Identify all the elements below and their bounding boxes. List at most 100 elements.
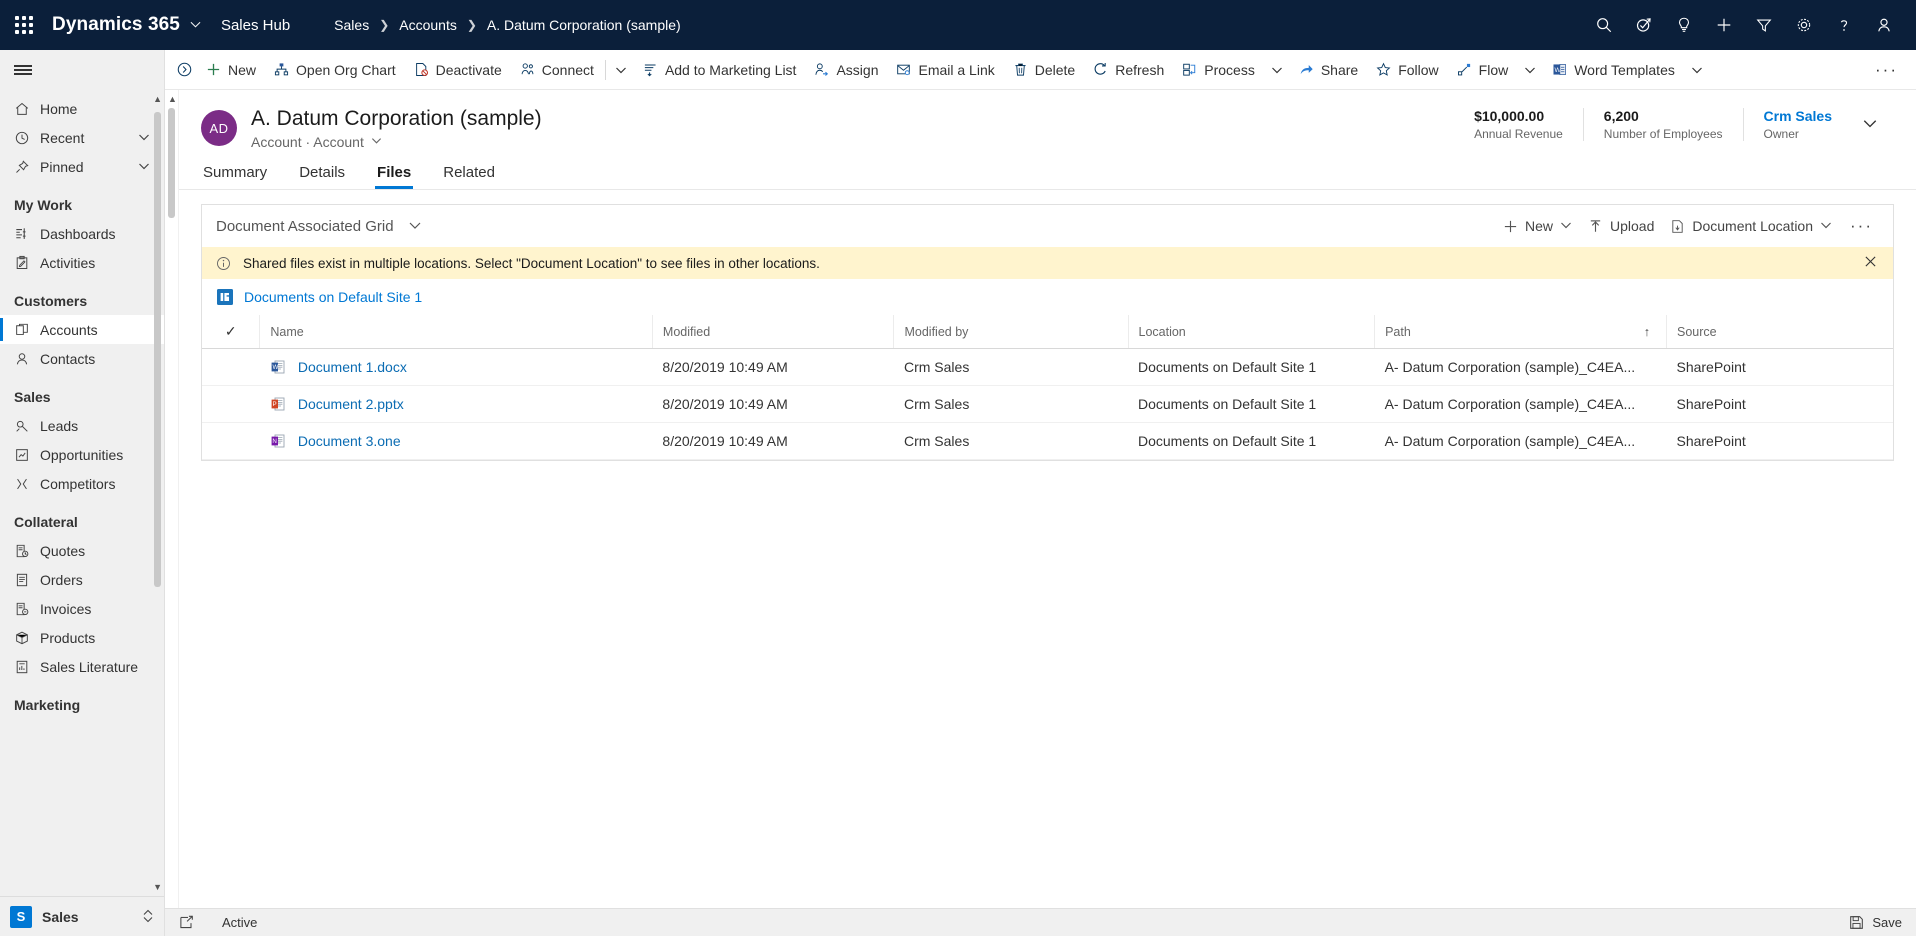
command-deactivate[interactable]: Deactivate [405,54,511,86]
filter-icon[interactable] [1744,5,1784,45]
command-new[interactable]: New [197,54,265,86]
collapse-ribbon-icon[interactable] [171,54,197,86]
sidebar-item-invoices[interactable]: Invoices [0,594,164,623]
sitemap-scroll-thumb[interactable] [154,112,161,587]
close-icon[interactable] [1860,255,1881,272]
column-header-path[interactable]: ↑ Path [1374,315,1667,349]
header-stats-chevron-down-icon[interactable] [1852,115,1894,134]
sidebar-item-quotes[interactable]: Quotes [0,536,164,565]
stat-owner[interactable]: Crm Sales Owner [1742,108,1852,141]
select-all-checkbox[interactable]: ✓ [202,315,260,349]
app-launcher-icon[interactable] [0,16,48,34]
area-switcher-chevron-icon[interactable] [142,908,154,925]
grid-document-location-button[interactable]: Document Location [1662,210,1840,242]
grid-upload-button[interactable]: Upload [1580,210,1662,242]
save-button[interactable]: Save [1849,915,1902,930]
settings-gear-icon[interactable] [1784,5,1824,45]
command-assign[interactable]: Assign [805,54,887,86]
sidebar-item-recent[interactable]: Recent [0,123,164,152]
sidebar-item-dashboards[interactable]: Dashboards [0,219,164,248]
word-templates-chevron-down-icon[interactable] [1684,54,1710,86]
column-header-modified[interactable]: Modified [651,315,894,349]
grid-new-button[interactable]: New [1495,210,1580,242]
column-header-modified-by[interactable]: Modified by [893,315,1128,349]
process-chevron-down-icon[interactable] [1264,54,1290,86]
command-overflow-icon[interactable]: ··· [1857,60,1916,80]
tab-details[interactable]: Details [297,164,347,189]
app-name[interactable]: Sales Hub [213,17,290,34]
assistant-icon[interactable] [1624,5,1664,45]
command-process[interactable]: Process [1173,54,1264,86]
scroll-down-arrow-icon[interactable]: ▼ [153,882,162,892]
quick-create-icon[interactable] [1704,5,1744,45]
user-avatar-icon[interactable] [1864,5,1904,45]
row-checkbox[interactable] [202,348,260,386]
command-word-templates[interactable]: W Word Templates [1543,54,1684,86]
svg-text:N: N [272,438,276,445]
sidebar-item-orders[interactable]: Orders [0,565,164,594]
scroll-up-arrow-icon[interactable]: ▲ [168,94,177,104]
column-header-location[interactable]: Location [1127,315,1375,349]
file-link[interactable]: Document 2.pptx [298,396,404,412]
tab-related[interactable]: Related [441,164,497,189]
breadcrumb-item-sales[interactable]: Sales [334,17,369,33]
search-icon[interactable] [1584,5,1624,45]
command-flow[interactable]: Flow [1448,54,1518,86]
command-delete[interactable]: Delete [1004,54,1084,86]
command-open-org-chart[interactable]: Open Org Chart [265,54,405,86]
table-row[interactable]: P Document 2.pptx 8/20/2019 10:49 AM Crm… [202,385,1893,423]
table-row[interactable]: W Document 1.docx 8/20/2019 10:49 AM Crm… [202,348,1893,386]
form-scroll-thumb[interactable] [168,108,175,218]
grid-toolbar: Document Associated Grid New Upload Docu… [202,205,1893,247]
command-refresh[interactable]: Refresh [1084,54,1173,86]
sidebar-item-pinned[interactable]: Pinned [0,152,164,181]
record-subtitle-chevron-down-icon[interactable] [371,135,382,149]
brand-chevron-down-icon[interactable] [190,17,201,33]
command-add-to-marketing-list[interactable]: Add to Marketing List [634,54,806,86]
sidebar-item-products[interactable]: Products [0,623,164,652]
command-follow[interactable]: Follow [1367,54,1447,86]
help-icon[interactable] [1824,5,1864,45]
command-email-a-link[interactable]: Email a Link [887,54,1003,86]
breadcrumb-item-record[interactable]: A. Datum Corporation (sample) [487,17,681,33]
sidebar-item-accounts[interactable]: Accounts [0,315,164,344]
table-row[interactable]: N Document 3.one 8/20/2019 10:49 AM Crm … [202,422,1893,460]
column-header-name[interactable]: Name [259,315,653,349]
stat-number-of-employees[interactable]: 6,200 Number of Employees [1582,108,1743,141]
scroll-up-arrow-icon[interactable]: ▲ [153,94,162,104]
stat-annual-revenue[interactable]: $10,000.00 Annual Revenue [1454,108,1583,141]
popout-icon[interactable] [179,915,194,930]
sidebar-item-leads[interactable]: Leads [0,411,164,440]
record-subtitle-text: Account · Account [251,134,364,150]
lightbulb-icon[interactable] [1664,5,1704,45]
grid-view-chevron-down-icon[interactable] [408,218,422,235]
area-switcher[interactable]: S Sales [0,896,164,936]
document-location-link[interactable]: Documents on Default Site 1 [244,289,422,305]
row-checkbox[interactable] [202,385,260,423]
chevron-down-icon[interactable] [1560,219,1572,234]
tab-summary[interactable]: Summary [201,164,269,189]
command-connect[interactable]: Connect [511,54,603,86]
sidebar-item-activities[interactable]: Activities [0,248,164,277]
connect-chevron-down-icon[interactable] [608,54,634,86]
command-share[interactable]: Share [1290,54,1367,86]
file-link[interactable]: Document 1.docx [298,359,407,375]
file-link[interactable]: Document 3.one [298,433,401,449]
sidebar-item-label: Quotes [40,542,86,559]
row-checkbox[interactable] [202,422,260,460]
column-header-source[interactable]: Source [1665,315,1893,349]
tab-files[interactable]: Files [375,164,414,189]
sidebar-item-opportunities[interactable]: Opportunities [0,440,164,469]
breadcrumb-item-accounts[interactable]: Accounts [399,17,457,33]
sidebar-item-home[interactable]: Home [0,94,164,123]
sidebar-item-competitors[interactable]: Competitors [0,469,164,498]
hamburger-menu-icon[interactable] [0,50,164,90]
form-scrollbar[interactable]: ▲ [165,90,179,908]
stat-value[interactable]: Crm Sales [1764,108,1832,124]
save-label: Save [1872,915,1902,930]
sidebar-item-contacts[interactable]: Contacts [0,344,164,373]
chevron-down-icon[interactable] [1820,219,1832,234]
flow-chevron-down-icon[interactable] [1517,54,1543,86]
grid-overflow-icon[interactable]: ··· [1840,216,1883,236]
sidebar-item-sales-literature[interactable]: Sales Literature [0,652,164,681]
